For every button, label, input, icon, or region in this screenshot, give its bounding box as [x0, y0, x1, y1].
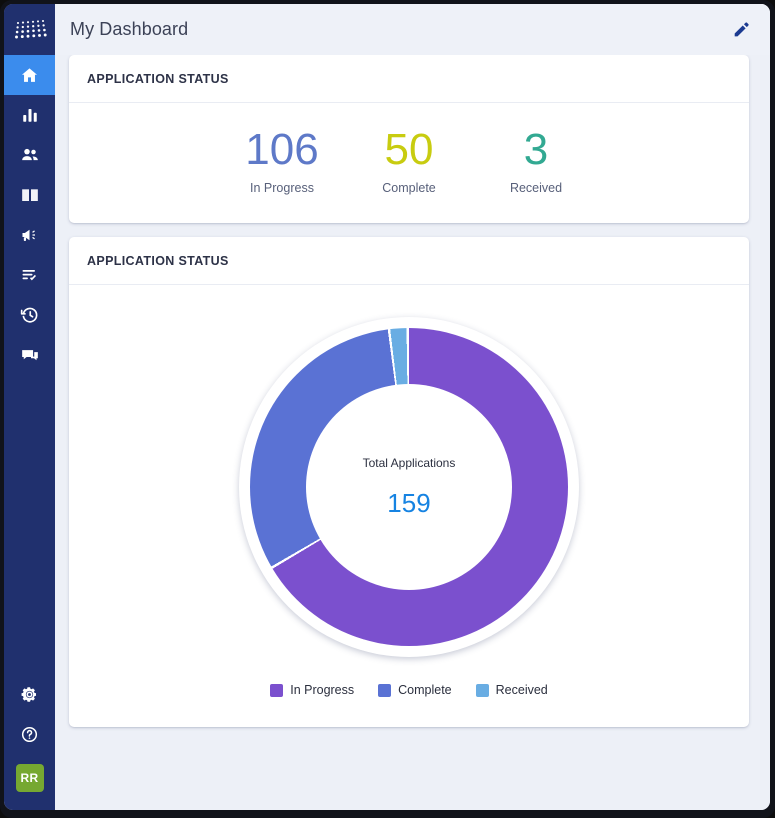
sidebar: RR [4, 4, 55, 810]
users-icon [21, 148, 38, 161]
avatar[interactable]: RR [15, 764, 44, 792]
sidebar-item-home[interactable] [4, 55, 55, 95]
sidebar-item-help[interactable] [4, 714, 55, 754]
app-logo[interactable] [4, 4, 55, 55]
legend-swatch [475, 683, 489, 697]
stat-label: Received [509, 181, 563, 195]
stat-received[interactable]: 3 Received [473, 125, 600, 195]
stat-value: 3 [523, 125, 549, 174]
card-title: APPLICATION STATUS [87, 72, 229, 86]
application-status-stats-card: APPLICATION STATUS 106 In Progress 50 Co… [69, 55, 749, 223]
topbar: My Dashboard [55, 4, 770, 55]
stat-complete[interactable]: 50 Complete [346, 125, 473, 195]
question-circle-icon [21, 726, 38, 742]
legend-item-in-progress[interactable]: In Progress [270, 683, 354, 697]
donut-chart: Total Applications 159 In Progress Compl… [69, 285, 749, 727]
legend-swatch [378, 683, 392, 697]
stat-value: 50 [384, 125, 434, 174]
sidebar-item-settings[interactable] [4, 674, 55, 714]
chat-icon [21, 350, 38, 361]
home-icon [21, 67, 38, 82]
main-region: My Dashboard APPLICATION STATUS 106 In P… [55, 4, 770, 810]
sidebar-item-reports[interactable] [4, 95, 55, 135]
stats-row: 106 In Progress 50 Complete 3 Received [69, 103, 749, 223]
bar-chart-icon [22, 109, 37, 122]
page-title: My Dashboard [70, 19, 189, 39]
legend-item-complete[interactable]: Complete [378, 683, 452, 697]
stat-value: 106 [245, 125, 319, 174]
checklist-icon [22, 270, 36, 281]
gear-icon [21, 686, 37, 702]
sidebar-bottom-group: RR [4, 674, 55, 810]
sidebar-item-announcements[interactable] [4, 215, 55, 255]
donut-total-value: 159 [387, 488, 431, 518]
legend-label: Received [495, 683, 548, 697]
dashboard-content: APPLICATION STATUS 106 In Progress 50 Co… [55, 55, 770, 810]
megaphone-icon [22, 229, 35, 241]
stat-label: In Progress [250, 181, 314, 195]
pencil-icon [734, 22, 749, 37]
application-root: RR My Dashboard APPLICATION STATUS 106 I… [4, 4, 770, 810]
chart-legend: In Progress Complete Received [270, 657, 548, 719]
history-clock-icon [20, 307, 37, 323]
legend-label: Complete [398, 683, 452, 697]
application-status-chart-card: APPLICATION STATUS Total Applications 15… [69, 237, 749, 727]
legend-swatch [270, 683, 284, 697]
sidebar-item-messages[interactable] [4, 335, 55, 375]
donut-caption: Total Applications [362, 456, 456, 470]
edit-dashboard-button[interactable] [728, 17, 754, 43]
legend-label: In Progress [290, 683, 355, 697]
book-icon [21, 189, 38, 201]
card-header: APPLICATION STATUS [69, 55, 749, 103]
donut-center: Total Applications 159 [306, 384, 512, 590]
card-header: APPLICATION STATUS [69, 237, 749, 285]
stat-label: Complete [382, 181, 436, 195]
sidebar-item-library[interactable] [4, 175, 55, 215]
sidebar-item-history[interactable] [4, 295, 55, 335]
legend-item-received[interactable]: Received [475, 683, 548, 697]
stat-in-progress[interactable]: 106 In Progress [219, 125, 346, 195]
card-title: APPLICATION STATUS [87, 254, 229, 268]
sidebar-item-people[interactable] [4, 135, 55, 175]
sidebar-item-tasks[interactable] [4, 255, 55, 295]
browser-window-frame: RR My Dashboard APPLICATION STATUS 106 I… [0, 0, 775, 818]
donut-outer: Total Applications 159 [239, 317, 579, 657]
dot-grid-logo-icon [14, 19, 47, 38]
